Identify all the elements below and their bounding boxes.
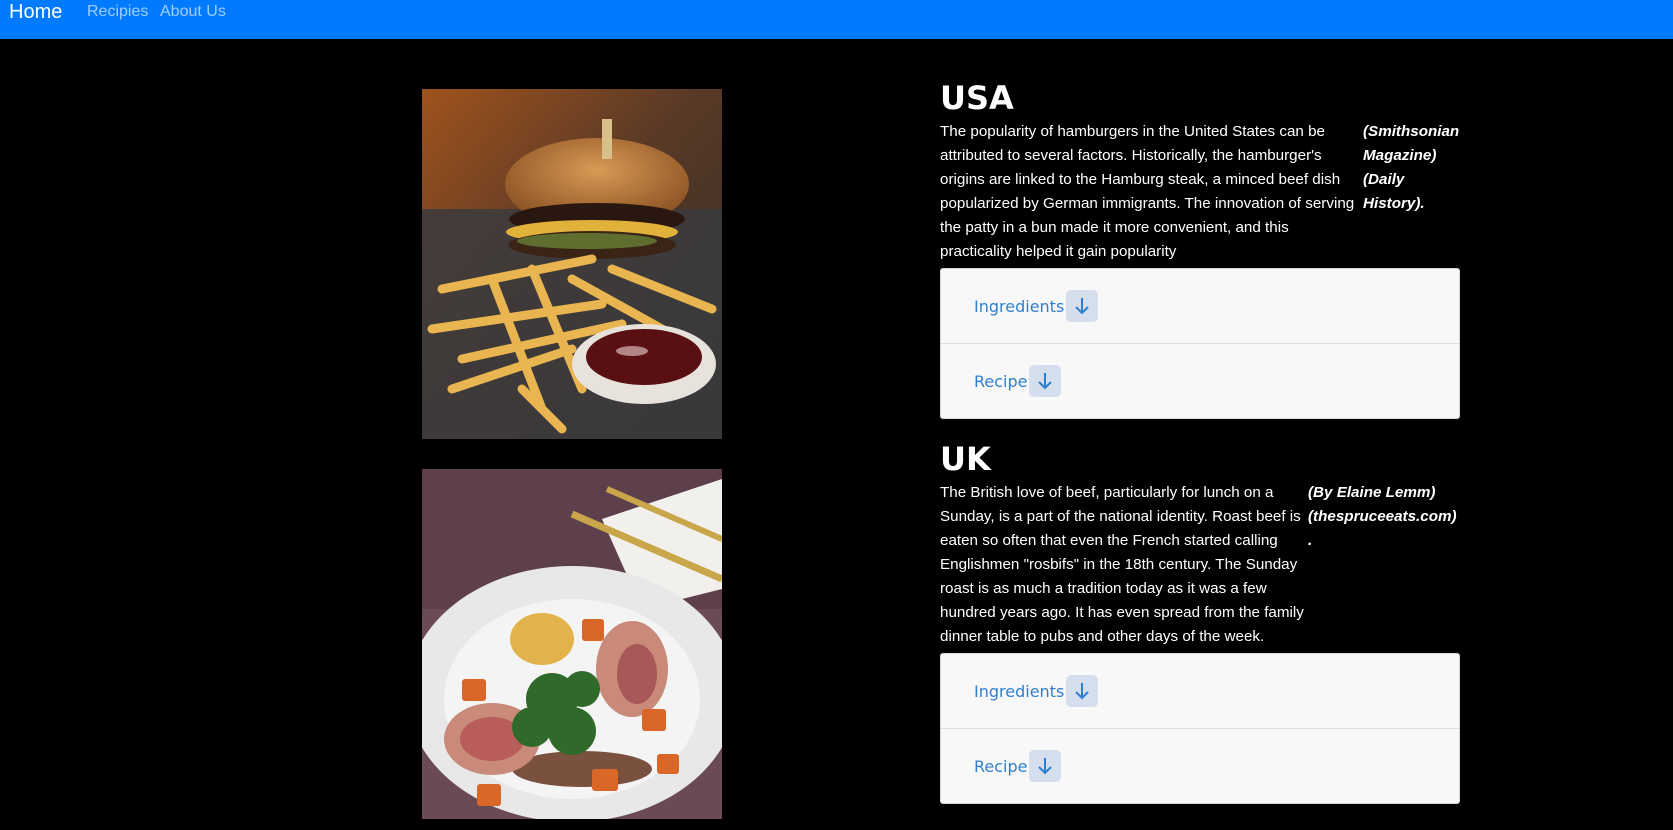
- navbar: Home Recipies About Us: [0, 0, 1673, 39]
- ingredients-label[interactable]: Ingredients: [974, 682, 1064, 701]
- ingredients-toggle[interactable]: Ingredients: [941, 654, 1459, 728]
- accordion: Ingredients Recipe: [940, 653, 1460, 804]
- ingredients-label[interactable]: Ingredients: [974, 297, 1064, 316]
- citations: (Smithsonian Magazine) (Daily History).: [1363, 123, 1460, 212]
- country-title: UK: [940, 440, 991, 478]
- recipe-toggle[interactable]: Recipe: [941, 343, 1459, 418]
- citations: (By Elaine Lemm) (thespruceeats.com) .: [1308, 484, 1457, 549]
- accordion: Ingredients Recipe: [940, 268, 1460, 419]
- country-title: USA: [940, 79, 1014, 117]
- nav-recipies-link[interactable]: Recipies: [87, 3, 148, 21]
- recipe-label[interactable]: Recipe: [974, 372, 1027, 391]
- nav-about-us-link[interactable]: About Us: [160, 3, 226, 21]
- country-section-usa: USA The popularity of hamburgers in the …: [940, 76, 1460, 419]
- arrow-down-icon[interactable]: [1029, 750, 1062, 782]
- country-section-uk: UK The British love of beef, particularl…: [940, 437, 1460, 804]
- recipe-label[interactable]: Recipe: [974, 757, 1027, 776]
- arrow-down-icon[interactable]: [1066, 290, 1099, 322]
- nav-home-link[interactable]: Home: [9, 1, 62, 24]
- ingredients-toggle[interactable]: Ingredients: [941, 269, 1459, 343]
- arrow-down-icon[interactable]: [1029, 365, 1062, 397]
- arrow-down-icon[interactable]: [1066, 675, 1099, 707]
- burger-and-fries-photo: [422, 89, 722, 439]
- recipe-toggle[interactable]: Recipe: [941, 728, 1459, 803]
- roast-dinner-plate-photo: [422, 469, 722, 819]
- country-description: The British love of beef, particularly f…: [940, 484, 1304, 645]
- country-description: The popularity of hamburgers in the Unit…: [940, 123, 1355, 260]
